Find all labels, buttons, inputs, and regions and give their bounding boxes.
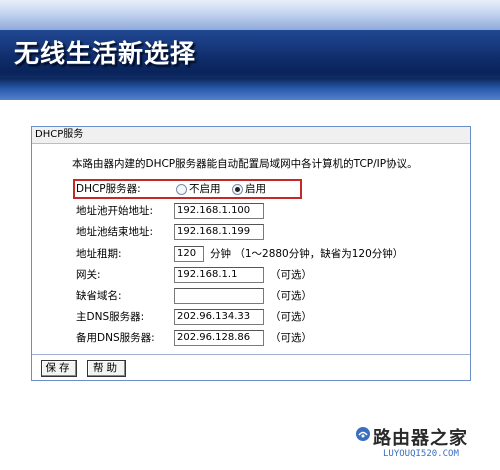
lease-input[interactable]: 120 <box>174 246 204 262</box>
secondary-dns-input[interactable]: 202.96.128.86 <box>174 330 264 346</box>
save-button[interactable]: 保存 <box>41 360 77 377</box>
button-separator <box>32 354 470 355</box>
primary-dns-optional: （可选） <box>270 311 312 323</box>
dhcp-server-label: DHCP服务器: <box>76 183 141 195</box>
watermark-url: LUYOUQI520.COM <box>383 449 459 459</box>
gateway-input[interactable]: 192.168.1.1 <box>174 267 264 283</box>
help-button[interactable]: 帮助 <box>87 360 126 377</box>
domain-label: 缺省域名: <box>76 290 122 302</box>
lease-hint: 分钟 （1～2880分钟，缺省为120分钟） <box>210 248 404 260</box>
radio-enable-label[interactable]: 启用 <box>245 180 266 198</box>
radio-disable-label[interactable]: 不启用 <box>189 180 221 198</box>
secondary-dns-label: 备用DNS服务器: <box>76 332 155 344</box>
router-logo-icon <box>356 427 370 441</box>
panel-title: DHCP服务 <box>32 127 470 144</box>
banner-top-strip <box>0 0 500 30</box>
radio-disable[interactable] <box>176 184 187 195</box>
gateway-label: 网关: <box>76 269 101 281</box>
panel-description: 本路由器内建的DHCP服务器能自动配置局域网中各计算机的TCP/IP协议。 <box>72 158 418 170</box>
dhcp-settings-panel: DHCP服务 本路由器内建的DHCP服务器能自动配置局域网中各计算机的TCP/I… <box>31 126 471 381</box>
radio-enable[interactable] <box>232 184 243 195</box>
watermark-text: 路由器之家 <box>373 428 468 449</box>
domain-input[interactable] <box>174 288 264 304</box>
end-address-input[interactable]: 192.168.1.199 <box>174 224 264 240</box>
secondary-dns-optional: （可选） <box>270 332 312 344</box>
gateway-optional: （可选） <box>270 269 312 281</box>
banner-swoosh <box>0 78 500 100</box>
header-banner: 无线生活新选择 <box>0 0 500 100</box>
start-address-input[interactable]: 192.168.1.100 <box>174 203 264 219</box>
domain-optional: （可选） <box>270 290 312 302</box>
primary-dns-label: 主DNS服务器: <box>76 311 145 323</box>
lease-label: 地址租期: <box>76 248 122 260</box>
banner-title: 无线生活新选择 <box>14 39 197 68</box>
end-address-label: 地址池结束地址: <box>76 226 154 238</box>
site-watermark: 路由器之家 LUYOUQI520.COM <box>355 422 495 466</box>
start-address-label: 地址池开始地址: <box>76 205 154 217</box>
primary-dns-input[interactable]: 202.96.134.33 <box>174 309 264 325</box>
